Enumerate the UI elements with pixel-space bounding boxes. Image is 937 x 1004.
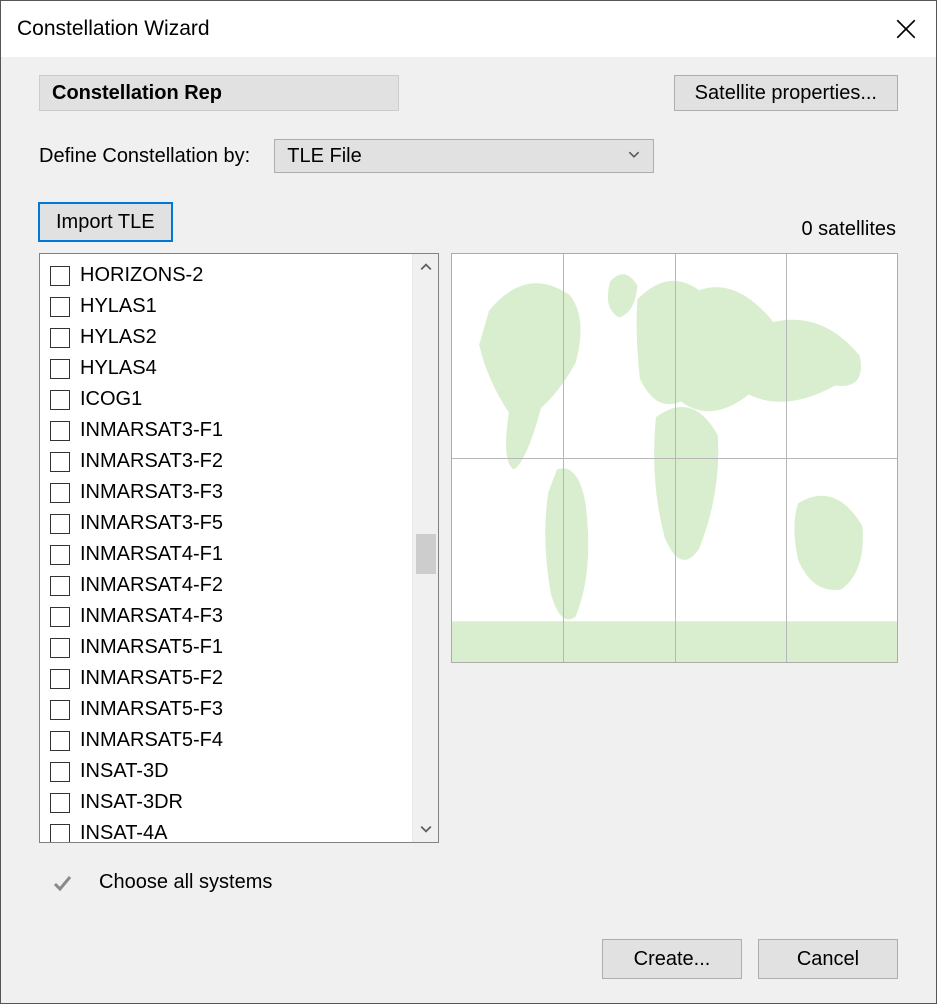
checkbox[interactable] <box>50 421 70 441</box>
satellite-properties-button[interactable]: Satellite properties... <box>674 75 898 111</box>
define-row: Define Constellation by: TLE File <box>39 139 898 173</box>
checkbox[interactable] <box>50 545 70 565</box>
list-item[interactable]: HORIZONS-2 <box>50 260 412 291</box>
checkbox[interactable] <box>50 607 70 627</box>
scrollbar[interactable] <box>412 254 438 842</box>
satellite-count-label: 0 satellites <box>802 218 897 241</box>
list-item-label: HORIZONS-2 <box>80 264 203 287</box>
satellite-listbox[interactable]: HORIZONS-2 HYLAS1 HYLAS2 HYLAS4 ICOG1 INMARSA… <box>39 253 439 843</box>
list-item-label: INMARSAT4-F1 <box>80 543 223 566</box>
import-tle-button[interactable]: Import TLE <box>39 203 172 241</box>
list-item-label: ICOG1 <box>80 388 142 411</box>
list-item-label: INMARSAT5-F3 <box>80 698 223 721</box>
list-item-label: INSAT-4A <box>80 822 167 842</box>
list-item[interactable]: INMARSAT5-F2 <box>50 663 412 694</box>
scroll-thumb[interactable] <box>416 534 436 574</box>
chevron-down-icon <box>627 145 641 168</box>
close-button[interactable] <box>890 13 922 45</box>
list-item[interactable]: INSAT-3D <box>50 756 412 787</box>
checkbox[interactable] <box>50 514 70 534</box>
list-item-label: INMARSAT3-F3 <box>80 481 223 504</box>
checkbox[interactable] <box>50 359 70 379</box>
top-row: Constellation Rep Satellite properties..… <box>39 75 898 111</box>
close-icon <box>896 19 916 39</box>
list-item[interactable]: INMARSAT3-F1 <box>50 415 412 446</box>
define-constellation-select[interactable]: TLE File <box>274 139 654 173</box>
choose-all-row: Choose all systems <box>39 871 898 894</box>
list-item[interactable]: HYLAS1 <box>50 291 412 322</box>
list-item[interactable]: INMARSAT4-F3 <box>50 601 412 632</box>
choose-all-label: Choose all systems <box>99 871 272 894</box>
main-area: HORIZONS-2 HYLAS1 HYLAS2 HYLAS4 ICOG1 INMARSA… <box>39 253 898 843</box>
list-item-label: INMARSAT3-F5 <box>80 512 223 535</box>
list-item[interactable]: INMARSAT3-F3 <box>50 477 412 508</box>
checkbox[interactable] <box>50 390 70 410</box>
list-item[interactable]: INMARSAT3-F5 <box>50 508 412 539</box>
chevron-down-icon <box>420 823 432 835</box>
choose-all-checkbox[interactable] <box>51 872 73 894</box>
list-item-label: INMARSAT3-F1 <box>80 419 223 442</box>
checkbox[interactable] <box>50 824 70 843</box>
list-item[interactable]: INSAT-4A <box>50 818 412 842</box>
list-item-label: INMARSAT5-F4 <box>80 729 223 752</box>
checkbox[interactable] <box>50 297 70 317</box>
section-header: Constellation Rep <box>39 75 399 111</box>
titlebar: Constellation Wizard <box>1 1 936 57</box>
list-item[interactable]: HYLAS2 <box>50 322 412 353</box>
checkbox[interactable] <box>50 669 70 689</box>
list-item[interactable]: INMARSAT5-F1 <box>50 632 412 663</box>
list-item[interactable]: INMARSAT4-F2 <box>50 570 412 601</box>
checkbox[interactable] <box>50 483 70 503</box>
chevron-up-icon <box>420 261 432 273</box>
list-item-label: INSAT-3DR <box>80 791 183 814</box>
check-icon <box>52 873 72 893</box>
checkbox[interactable] <box>50 452 70 472</box>
window-title: Constellation Wizard <box>17 17 210 41</box>
checkbox[interactable] <box>50 731 70 751</box>
list-item[interactable]: INMARSAT3-F2 <box>50 446 412 477</box>
checkbox[interactable] <box>50 762 70 782</box>
constellation-wizard-window: Constellation Wizard Constellation Rep S… <box>0 0 937 1004</box>
checkbox[interactable] <box>50 638 70 658</box>
checkbox[interactable] <box>50 700 70 720</box>
list-item-label: INMARSAT4-F2 <box>80 574 223 597</box>
define-constellation-label: Define Constellation by: <box>39 145 250 168</box>
list-item-label: INMARSAT3-F2 <box>80 450 223 473</box>
checkbox[interactable] <box>50 328 70 348</box>
list-item[interactable]: ICOG1 <box>50 384 412 415</box>
list-item-label: HYLAS1 <box>80 295 157 318</box>
checkbox[interactable] <box>50 266 70 286</box>
list-item-label: HYLAS2 <box>80 326 157 349</box>
create-button[interactable]: Create... <box>602 939 742 979</box>
list-item[interactable]: INMARSAT5-F3 <box>50 694 412 725</box>
list-item-label: INSAT-3D <box>80 760 169 783</box>
satellite-list-inner: HORIZONS-2 HYLAS1 HYLAS2 HYLAS4 ICOG1 INMARSA… <box>40 254 412 842</box>
import-row: Import TLE 0 satellites <box>39 203 898 241</box>
scroll-down-button[interactable] <box>413 816 439 842</box>
list-item-label: INMARSAT5-F2 <box>80 667 223 690</box>
dialog-footer: Create... Cancel <box>39 919 898 979</box>
list-item-label: INMARSAT4-F3 <box>80 605 223 628</box>
world-map-preview <box>451 253 898 663</box>
list-item-label: INMARSAT5-F1 <box>80 636 223 659</box>
list-item[interactable]: HYLAS4 <box>50 353 412 384</box>
list-item[interactable]: INMARSAT5-F4 <box>50 725 412 756</box>
list-item[interactable]: INSAT-3DR <box>50 787 412 818</box>
define-constellation-value: TLE File <box>287 145 361 168</box>
scroll-up-button[interactable] <box>413 254 439 280</box>
dialog-body: Constellation Rep Satellite properties..… <box>1 57 936 1003</box>
checkbox[interactable] <box>50 576 70 596</box>
list-item-label: HYLAS4 <box>80 357 157 380</box>
list-item[interactable]: INMARSAT4-F1 <box>50 539 412 570</box>
cancel-button[interactable]: Cancel <box>758 939 898 979</box>
checkbox[interactable] <box>50 793 70 813</box>
